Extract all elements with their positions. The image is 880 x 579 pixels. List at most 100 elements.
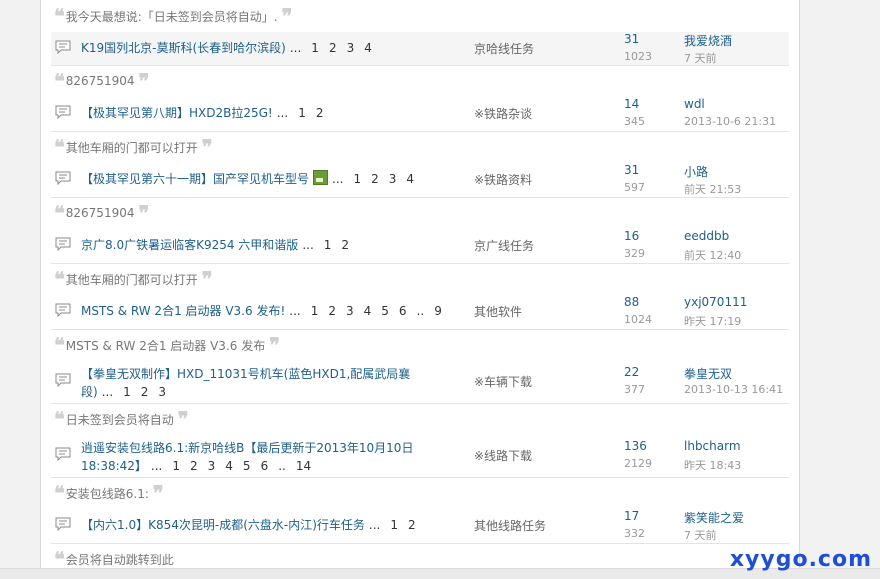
reply-count[interactable]: 31	[624, 32, 639, 46]
thread-title-link[interactable]: K19国列北京-莫斯科(长春到哈尔滨段)	[81, 41, 286, 55]
last-poster-link[interactable]: 拳皇无双	[684, 365, 732, 382]
page-link[interactable]: 1	[123, 385, 131, 399]
thread-forum-link[interactable]: ※铁路杂谈	[474, 105, 532, 122]
last-poster-link[interactable]: 我爱烧酒	[684, 32, 732, 49]
page-link[interactable]: 3	[158, 385, 166, 399]
page-link[interactable]: 1	[390, 518, 398, 532]
page-link[interactable]: 3	[208, 459, 216, 473]
thread-title-link[interactable]: 【极其罕见第八期】HXD2B拉25G!	[81, 106, 273, 120]
thread-title-link-cont[interactable]: 18:38:42】	[81, 459, 147, 473]
last-poster-link[interactable]: eeddbb	[684, 229, 729, 243]
page-link[interactable]: 1	[353, 172, 361, 186]
thread-forum-link[interactable]: 其他软件	[474, 303, 522, 320]
page-link[interactable]: 2	[329, 41, 337, 55]
page-link[interactable]: 4	[406, 172, 414, 186]
quote-text: 826751904	[65, 74, 135, 88]
page-link[interactable]: 1	[172, 459, 180, 473]
site-watermark: xyygo.com	[729, 547, 872, 572]
page-link[interactable]: 4	[225, 459, 233, 473]
thread-quote: ❝ 安装包线路6.1: ❞	[52, 477, 789, 509]
page-ellipsis: ..	[416, 304, 425, 318]
reply-count[interactable]: 31	[624, 163, 639, 177]
thread-forum-link[interactable]: ※线路下载	[474, 447, 532, 464]
open-quote-icon: ❝	[54, 135, 65, 159]
page-link[interactable]: 2	[341, 238, 349, 252]
page-link[interactable]: 2	[328, 304, 336, 318]
page-link[interactable]: 2	[408, 518, 416, 532]
page-link[interactable]: 3	[347, 41, 355, 55]
reply-count[interactable]: 16	[624, 229, 639, 243]
page-link[interactable]: 4	[364, 41, 372, 55]
thread-row: 【内六1.0】K854次昆明-成都(六盘水-内江)行车任务... 1 2 其他线路任务…	[51, 509, 789, 544]
page-ellipsis: ...	[276, 106, 289, 120]
page-link[interactable]: 2	[371, 172, 379, 186]
last-poster-link[interactable]: 小路	[684, 163, 708, 180]
thread-title-block: 逍遥安装包线路6.1:新京哈线B【最后更新于2013年10月10日 18:38:4…	[81, 439, 413, 475]
close-quote-icon: ❞	[177, 407, 189, 431]
reply-count[interactable]: 14	[624, 97, 639, 111]
page-link[interactable]: 6	[399, 304, 407, 318]
reply-count[interactable]: 136	[624, 439, 647, 453]
open-quote-icon: ❝	[54, 333, 65, 357]
reply-count[interactable]: 17	[624, 509, 639, 523]
close-quote-icon: ❞	[138, 201, 149, 225]
last-poster-link[interactable]: wdl	[684, 97, 705, 111]
open-quote-icon: ❝	[54, 69, 65, 93]
last-poster-link[interactable]: 紫笑能之爱	[684, 509, 744, 526]
page-link[interactable]: 6	[261, 459, 269, 473]
last-post-time: 前天 12:40	[684, 249, 742, 262]
open-quote-icon: ❝	[54, 481, 65, 505]
last-poster-link[interactable]: lhbcharm	[684, 439, 741, 453]
thread-title-link[interactable]: 【拳皇无双制作】HXD_11031号机车(蓝色HXD1,配属武局襄	[81, 367, 410, 381]
thread-title-link[interactable]: 逍遥安装包线路6.1:新京哈线B【最后更新于2013年10月10日	[81, 441, 413, 455]
view-count: 1023	[624, 50, 652, 63]
thread-row: MSTS & RW 2合1 启动器 V3.6 发布!... 1 2 3 4 5 6.. 9 其他…	[51, 295, 789, 330]
thread-title-block: 【拳皇无双制作】HXD_11031号机车(蓝色HXD1,配属武局襄 段)... 1 2…	[81, 365, 410, 401]
thread-forum-link[interactable]: 其他线路任务	[474, 517, 546, 534]
thread-title-link[interactable]: MSTS & RW 2合1 启动器 V3.6 发布!	[81, 304, 285, 318]
view-count: 345	[624, 115, 645, 128]
quote-text: 会员将自动跳转到此	[65, 552, 174, 567]
thread-title-link[interactable]: 【内六1.0】K854次昆明-成都(六盘水-内江)行车任务	[81, 518, 365, 532]
thread-quote: ❝ MSTS & RW 2合1 启动器 V3.6 发布 ❞	[52, 329, 789, 361]
page-link[interactable]: 14	[296, 459, 311, 473]
thread-title-block: 【极其罕见第六十一期】国产罕见机车型号... 1 2 3 4	[81, 170, 424, 188]
page-link[interactable]: 4	[364, 304, 372, 318]
thread-quote: ❝ 日未签到会员将自动 ❞	[52, 403, 789, 435]
page-link[interactable]: 2	[316, 106, 324, 120]
thread-forum-link[interactable]: 京哈线任务	[474, 40, 534, 57]
view-count: 2129	[624, 457, 652, 470]
page-links: ... 1 2 3 4	[290, 41, 382, 55]
last-poster-link[interactable]: yxj070111	[684, 295, 747, 309]
thread-icon	[55, 171, 73, 187]
last-post-time: 2013-10-6 21:31	[684, 115, 777, 128]
page-link[interactable]: 3	[389, 172, 397, 186]
page-link[interactable]: 5	[243, 459, 251, 473]
thread-title-link[interactable]: 【极其罕见第六十一期】国产罕见机车型号	[81, 172, 309, 186]
thread-forum-link[interactable]: 京广线任务	[474, 237, 534, 254]
page-link[interactable]: 2	[190, 459, 198, 473]
page-links: ... 1 2 3 4 5 6.. 9	[289, 304, 452, 318]
page-links: ... 1 2	[277, 106, 334, 120]
page-link[interactable]: 1	[324, 238, 332, 252]
reply-count[interactable]: 88	[624, 295, 639, 309]
page-link[interactable]: 3	[346, 304, 354, 318]
thread-title-block: 京广8.0广铁暑运临客K9254 六甲和谐版... 1 2	[81, 236, 359, 254]
thread-title-link[interactable]: 京广8.0广铁暑运临客K9254 六甲和谐版	[81, 238, 298, 252]
thread-icon	[55, 237, 73, 253]
view-count: 332	[624, 527, 645, 540]
open-quote-icon: ❝	[54, 201, 65, 225]
page-link[interactable]: 1	[298, 106, 306, 120]
page-ellipsis: ...	[368, 518, 381, 532]
page-link[interactable]: 5	[381, 304, 389, 318]
page-link[interactable]: 1	[311, 41, 319, 55]
close-quote-icon: ❞	[201, 267, 213, 291]
page-link[interactable]: 2	[141, 385, 149, 399]
page-link[interactable]: 1	[311, 304, 319, 318]
thread-forum-link[interactable]: ※铁路资料	[474, 171, 532, 188]
thread-forum-link[interactable]: ※车辆下载	[474, 373, 532, 390]
page-link[interactable]: 9	[434, 304, 442, 318]
reply-count[interactable]: 22	[624, 365, 639, 379]
thread-title-link-cont[interactable]: 段)	[81, 385, 98, 399]
thread-row: 京广8.0广铁暑运临客K9254 六甲和谐版... 1 2 京广线任务 16 329 eed…	[51, 229, 789, 264]
